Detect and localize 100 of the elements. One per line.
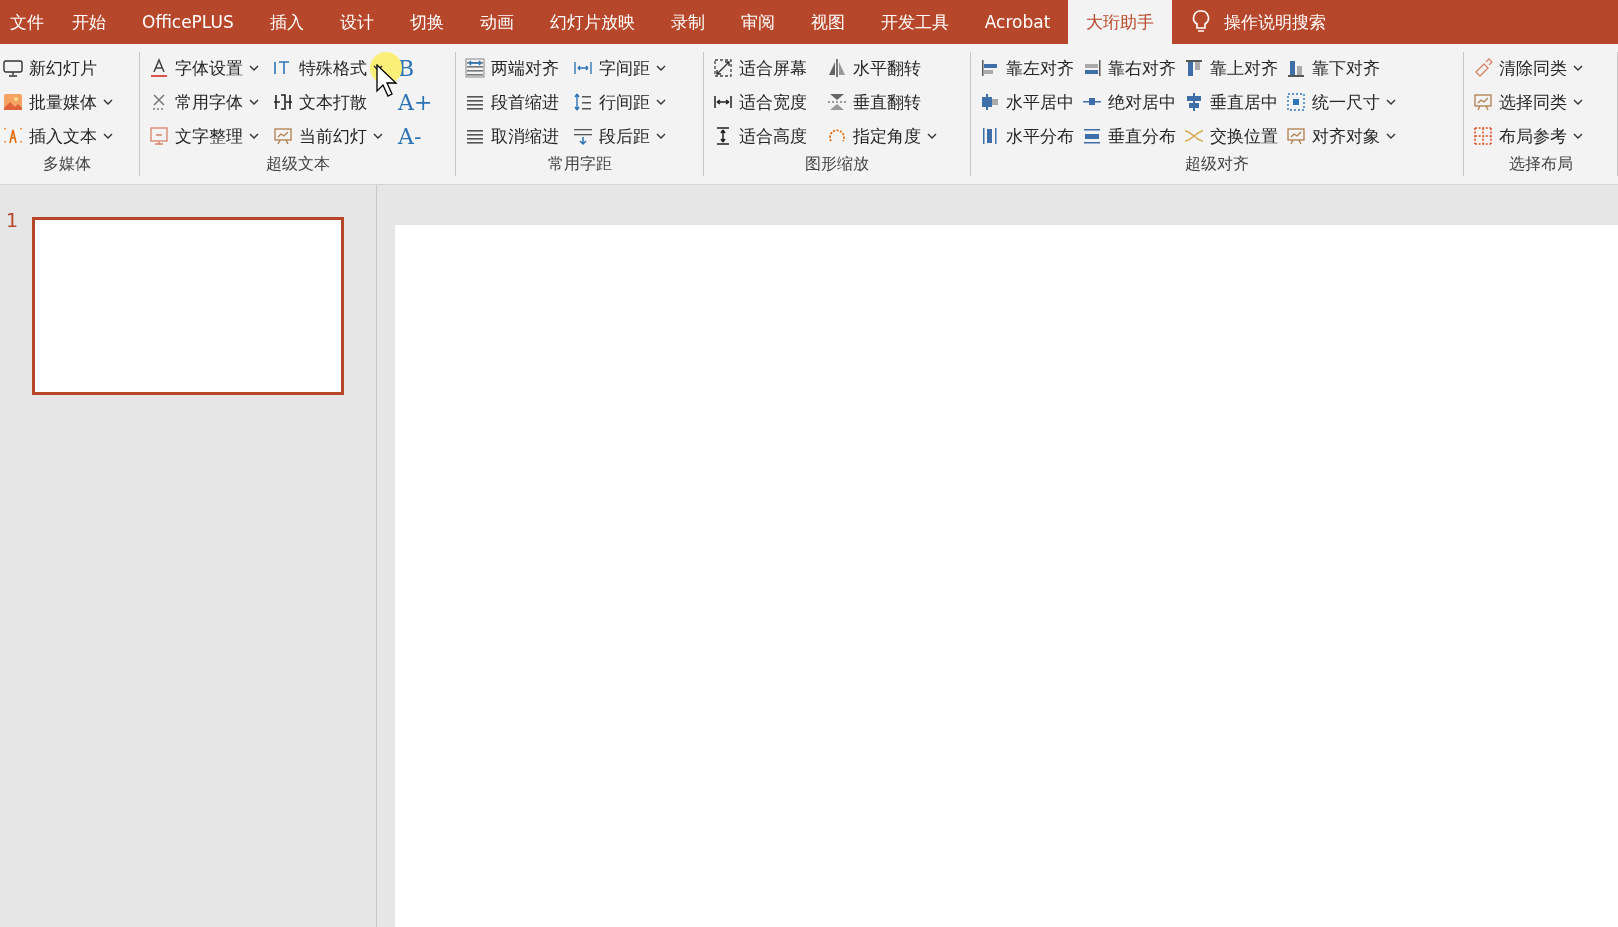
menu-tab[interactable]: 文件 [0,0,54,44]
caret-icon [1386,133,1396,139]
ribbon-button[interactable]: 清除同类 [1470,54,1586,82]
slide-number: 1 [6,209,19,233]
align-middle-icon [1184,92,1204,112]
align-right-icon [1082,58,1102,78]
menu-tab[interactable]: 切换 [391,0,462,44]
button-label: 绝对居中 [1108,90,1176,114]
caret-icon [373,133,383,139]
ribbon-button[interactable]: 新幻灯片 [0,54,116,82]
align-bottom-icon [1286,58,1306,78]
menu-tab[interactable]: 开始 [54,0,124,44]
paragraph-spacing-icon [573,126,593,146]
menu-tab[interactable]: Acrobat [966,0,1069,44]
ribbon-button[interactable]: 适合高度 [710,122,810,150]
font-style-button[interactable]: A+ [394,88,437,116]
caret-icon [1573,133,1583,139]
button-label: 插入文本 [29,124,97,148]
caret-icon [656,133,666,139]
presentation-icon [273,126,293,146]
align-top-icon [1184,58,1204,78]
button-label: 水平居中 [1006,90,1074,114]
ribbon-button[interactable]: 行间距 [570,88,669,116]
menu-tab[interactable]: 大珩助手 [1068,0,1173,44]
ribbon-button[interactable]: 取消缩进 [462,122,562,150]
ribbon-button[interactable]: 两端对齐 [462,54,562,82]
font-style-button[interactable]: A- [394,122,437,150]
button-label: 当前幻灯 [299,124,367,148]
presentation-icon [1473,92,1493,112]
text-box-icon [3,126,23,146]
menu-tab[interactable]: 录制 [652,0,723,44]
menu-tab[interactable]: 视图 [792,0,863,44]
font-color-icon [149,58,169,78]
ribbon-button[interactable]: 靠下对齐 [1283,54,1399,82]
menu-tab[interactable]: 设计 [321,0,392,44]
ribbon-button[interactable]: 靠左对齐 [977,54,1077,82]
ribbon-button[interactable]: 绝对居中 [1079,88,1179,116]
ribbon-button[interactable]: 段首缩进 [462,88,562,116]
menu-tab[interactable]: OfficePLUS [124,0,252,44]
ribbon-button[interactable]: 水平分布 [977,122,1077,150]
lightbulb-icon [1192,10,1211,34]
ribbon-button[interactable]: 交换位置 [1181,122,1281,150]
ribbon-button[interactable]: 插入文本 [0,122,116,150]
ribbon-button[interactable]: 指定角度 [824,122,940,150]
ribbon-button[interactable]: 垂直居中 [1181,88,1281,116]
caret-icon [249,65,259,71]
ribbon-button[interactable]: 靠上对齐 [1181,54,1281,82]
button-label: 文本打散 [299,90,367,114]
ribbon-button[interactable]: 垂直翻转 [824,88,940,116]
ribbon-button[interactable]: 字体设置 [146,54,262,82]
search-field[interactable]: 操作说明搜索 [1224,10,1327,34]
slide-thumbnail[interactable] [32,217,345,395]
ribbon-button[interactable]: 水平翻转 [824,54,940,82]
ribbon-button[interactable]: 布局参考 [1470,122,1586,150]
group-label: 超级对齐 [1185,152,1249,175]
button-label: 指定角度 [853,124,921,148]
ribbon-button[interactable]: 选择同类 [1470,88,1586,116]
picture-icon [3,92,23,112]
ribbon-button[interactable]: 段后距 [570,122,669,150]
button-label: 水平分布 [1006,124,1074,148]
ribbon-button[interactable]: 适合屏幕 [710,54,810,82]
ribbon-button[interactable]: 批量媒体 [0,88,116,116]
button-label: 靠上对齐 [1210,56,1278,80]
ribbon-button[interactable]: 靠右对齐 [1079,54,1179,82]
monitor-icon [3,58,23,78]
button-label: 靠下对齐 [1312,56,1380,80]
group-label: 常用字距 [547,152,612,175]
ribbon-button[interactable]: 文字整理 [146,122,262,150]
button-label: 选择同类 [1499,90,1567,114]
button-label: 统一尺寸 [1312,90,1380,114]
button-label: 特殊格式 [299,56,367,80]
menu-tab[interactable]: 动画 [461,0,532,44]
ribbon-button[interactable]: 适合宽度 [710,88,810,116]
button-label: 适合高度 [739,124,807,148]
caret-icon [103,133,113,139]
ribbon-button[interactable]: 当前幻灯 [270,122,386,150]
align-center-horizontal-icon [980,92,1000,112]
mouse-pointer-icon [376,64,400,98]
ribbon-button[interactable]: 垂直分布 [1079,122,1179,150]
ribbon-button[interactable]: 对齐对象 [1283,122,1399,150]
menu-tab[interactable]: 开发工具 [862,0,967,44]
ribbon-button[interactable]: 水平居中 [977,88,1077,116]
ribbon-button[interactable]: 统一尺寸 [1283,88,1399,116]
justify-icon [465,58,485,78]
button-label: 新幻灯片 [29,56,97,80]
button-label: 两端对齐 [491,56,559,80]
menu-tab[interactable]: 插入 [251,0,322,44]
menu-tab[interactable]: 审阅 [722,0,793,44]
flip-vertical-icon [827,92,847,112]
button-label: 常用字体 [175,90,243,114]
group-label: 选择布局 [1508,152,1573,175]
button-label: 行间距 [599,90,650,114]
group-label: 超级文本 [265,152,330,175]
button-label: 水平翻转 [853,56,921,80]
ribbon-button[interactable]: 字间距 [570,54,669,82]
button-label: 取消缩进 [491,124,559,148]
menu-tab[interactable]: 幻灯片放映 [531,0,653,44]
ribbon-button[interactable]: 文本打散 [270,88,386,116]
ribbon-button[interactable]: 常用字体 [146,88,262,116]
distribute-horizontal-icon [980,126,1000,146]
